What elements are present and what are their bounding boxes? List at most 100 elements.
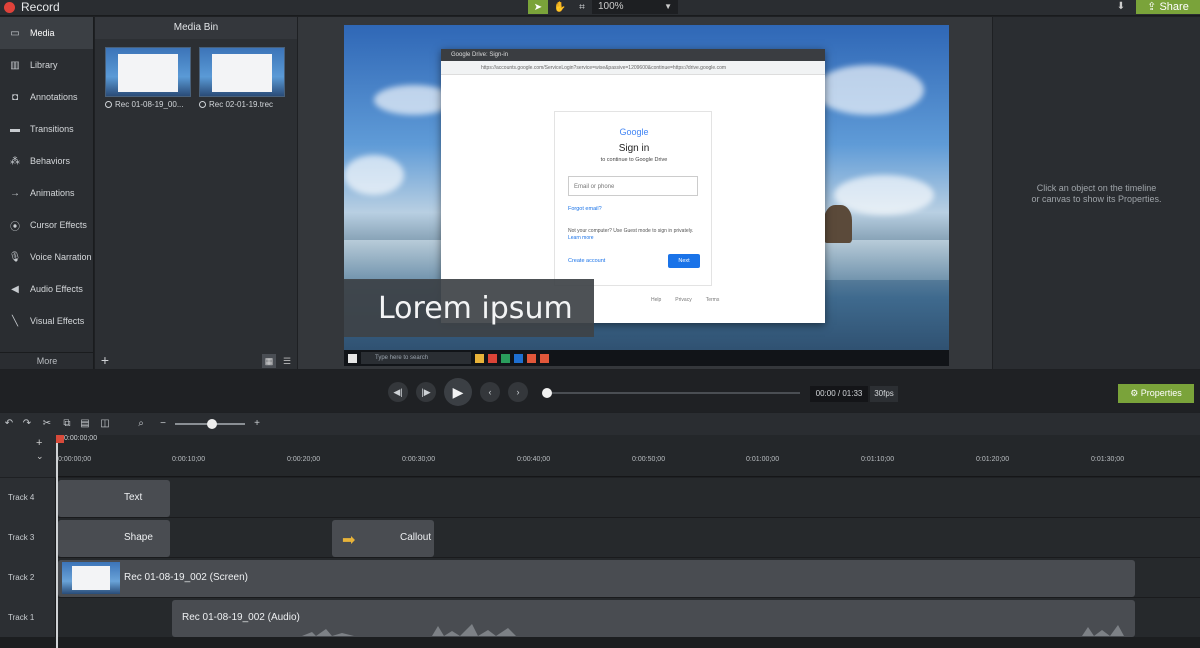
copy-icon[interactable]: ⧉: [60, 417, 74, 431]
select-arrow-icon[interactable]: ➤: [528, 0, 548, 14]
nav-item-library[interactable]: ▥ Library: [0, 49, 93, 81]
search-icon[interactable]: ⌕: [134, 417, 148, 431]
undo-icon[interactable]: ↶: [2, 417, 16, 431]
nav-item-audio-effects[interactable]: ◀ Audio Effects: [0, 273, 93, 305]
zoom-slider-handle[interactable]: [207, 419, 217, 429]
preview-canvas[interactable]: Google Drive: Sign-in https://accounts.g…: [344, 25, 949, 366]
camtasia-icon: [540, 353, 549, 363]
lower-third-callout[interactable]: Lorem ipsum: [344, 279, 594, 337]
arrow-right-icon: ➡: [342, 532, 356, 549]
clip-label: Text: [124, 492, 143, 503]
upload-icon: ⇪: [1147, 1, 1157, 13]
chevron-down-icon: ▼: [664, 2, 672, 11]
create-account-link[interactable]: Create account: [568, 258, 605, 264]
paste-icon[interactable]: ▤: [78, 417, 92, 431]
top-toolbar: Record ➤ ✋ ⌗ 100% ▼ ⬇ ⇪ Share: [0, 0, 1200, 16]
windows-start-icon: [348, 353, 357, 363]
mouse-cursor-icon: ⇱: [751, 211, 759, 221]
nav-item-label: Voice Narration: [30, 252, 92, 262]
track-label[interactable]: Track 3: [0, 518, 56, 558]
crop-icon[interactable]: ⌗: [572, 0, 592, 14]
timeline-clip-callout[interactable]: ➡ Callout: [332, 520, 434, 557]
wand-icon: ╲: [11, 315, 19, 327]
clip-label: Rec 01-08-19_002 (Screen): [124, 572, 248, 583]
zoom-in-icon[interactable]: +: [250, 417, 264, 431]
add-track-icon[interactable]: +: [36, 437, 42, 449]
lower-third-text: Lorem ipsum: [378, 291, 573, 326]
track-label[interactable]: Track 1: [0, 598, 56, 638]
list-view-icon[interactable]: ☰: [280, 354, 294, 368]
timeline-clip-audio[interactable]: Rec 01-08-19_002 (Audio): [172, 600, 1135, 637]
help-link[interactable]: Help: [651, 297, 661, 303]
add-media-icon[interactable]: +: [95, 352, 115, 369]
nav-item-cursor-effects[interactable]: ⦿ Cursor Effects: [0, 209, 93, 241]
timeline-clip-screen[interactable]: Rec 01-08-19_002 (Screen): [58, 560, 1135, 597]
properties-button[interactable]: ⚙ Properties: [1118, 384, 1194, 403]
scrubber-handle[interactable]: [542, 388, 552, 398]
email-field[interactable]: Email or phone: [568, 176, 698, 196]
record-button[interactable]: Record: [4, 0, 60, 14]
timeline-scrollbar[interactable]: [0, 637, 1200, 648]
windows-taskbar: Type here to search: [344, 350, 949, 366]
zoom-out-icon[interactable]: −: [156, 417, 170, 431]
nav-item-label: Media: [30, 28, 55, 38]
playhead-handle[interactable]: [56, 435, 64, 443]
step-back-icon[interactable]: ◀|: [388, 382, 408, 402]
learn-more-link[interactable]: Learn more: [568, 235, 594, 241]
redo-icon[interactable]: ↷: [20, 417, 34, 431]
nav-item-label: Transitions: [30, 124, 74, 134]
clip-label: Callout: [400, 532, 432, 543]
split-icon[interactable]: ◫: [98, 417, 112, 431]
signin-subtitle: to continue to Google Drive: [600, 157, 668, 163]
track-label[interactable]: Track 4: [0, 478, 56, 518]
next-button[interactable]: Next: [668, 254, 700, 268]
pan-hand-icon[interactable]: ✋: [550, 0, 570, 14]
step-forward-icon[interactable]: |▶: [416, 382, 436, 402]
next-icon[interactable]: ›: [508, 382, 528, 402]
privacy-link[interactable]: Privacy: [675, 297, 691, 303]
nav-item-label: Visual Effects: [30, 316, 85, 326]
timeline-ruler[interactable]: + ⌄ 0:00:00;00 0:00:00;00 0:00:10;00 0:0…: [0, 435, 1200, 477]
zoom-dropdown[interactable]: 100% ▼: [592, 0, 678, 14]
more-button[interactable]: More: [0, 352, 94, 369]
forgot-email-link[interactable]: Forgot email?: [568, 206, 602, 212]
nav-item-voice-narration[interactable]: 🎙 Voice Narration: [0, 241, 93, 273]
left-navigation: ▭ Media ▥ Library ◘ Annotations ▬ Transition…: [0, 17, 94, 369]
ruler-label: 0:00:20;00: [287, 456, 321, 463]
behavior-icon: ⁂: [10, 155, 20, 167]
download-icon[interactable]: ⬇: [1112, 0, 1130, 14]
rock-background: [824, 205, 852, 243]
grid-view-icon[interactable]: ▦: [262, 354, 276, 368]
chevron-down-icon[interactable]: ⌄: [36, 451, 44, 462]
track-label[interactable]: Track 2: [0, 558, 56, 598]
play-icon[interactable]: ▶: [444, 378, 472, 406]
playback-bar: ◀| |▶ ▶ ‹ › 00:00 / 01:33 30fps ⚙ Proper…: [0, 370, 1200, 412]
film-icon: ▭: [10, 27, 20, 39]
nav-item-behaviors[interactable]: ⁂ Behaviors: [0, 145, 93, 177]
folder-icon: [475, 353, 484, 363]
media-bin-title: Media Bin: [95, 17, 297, 39]
camtasia-icon: [527, 353, 536, 363]
nav-item-media[interactable]: ▭ Media: [0, 17, 93, 49]
share-button[interactable]: ⇪ Share: [1136, 0, 1200, 14]
browser-tab[interactable]: Google Drive: Sign-in: [441, 49, 825, 61]
media-item[interactable]: Rec 01-08-19_00...: [105, 47, 193, 109]
timeline-clip-shape[interactable]: Shape: [58, 520, 170, 557]
nav-item-annotations[interactable]: ◘ Annotations: [0, 81, 93, 113]
browser-url-bar[interactable]: https://accounts.google.com/ServiceLogin…: [441, 61, 825, 75]
timeline-clip-text[interactable]: Text: [58, 480, 170, 517]
playhead[interactable]: [56, 435, 58, 648]
nav-item-animations[interactable]: → Animations: [0, 177, 93, 209]
nav-item-transitions[interactable]: ▬ Transitions: [0, 113, 93, 145]
previous-icon[interactable]: ‹: [480, 382, 500, 402]
media-item[interactable]: Rec 02-01-19.trec: [199, 47, 287, 109]
nav-item-visual-effects[interactable]: ╲ Visual Effects: [0, 305, 93, 337]
scrubber-track[interactable]: [546, 392, 800, 394]
timeline-toolbar: ↶ ↷ ✂ ⧉ ▤ ◫ ⌕ − +: [0, 413, 1200, 435]
app-icon: [514, 353, 523, 363]
record-icon: [4, 1, 15, 13]
microphone-icon: 🎙: [8, 251, 22, 263]
animation-icon: →: [10, 187, 20, 199]
cut-icon[interactable]: ✂: [40, 417, 54, 431]
terms-link[interactable]: Terms: [706, 297, 720, 303]
